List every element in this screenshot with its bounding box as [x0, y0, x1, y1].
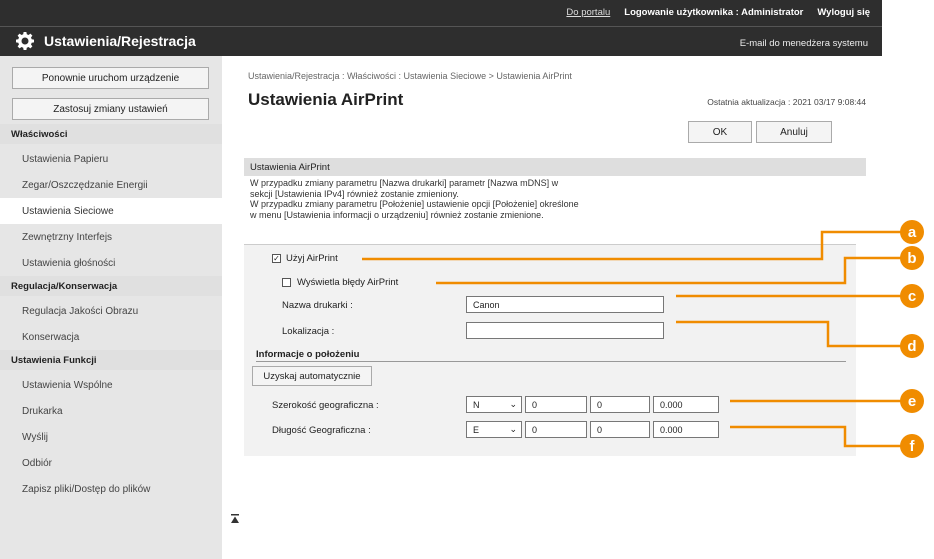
callout-f: f	[900, 434, 924, 458]
callout-line-f	[730, 425, 904, 448]
callout-lines	[362, 230, 904, 448]
callout-line-d	[676, 320, 904, 348]
callout-d: d	[900, 334, 924, 358]
callout-a: a	[900, 220, 924, 244]
callout-line-a	[362, 230, 904, 261]
callout-c: c	[900, 284, 924, 308]
callout-b: b	[900, 246, 924, 270]
callout-e: e	[900, 389, 924, 413]
callout-line-b	[436, 256, 904, 285]
